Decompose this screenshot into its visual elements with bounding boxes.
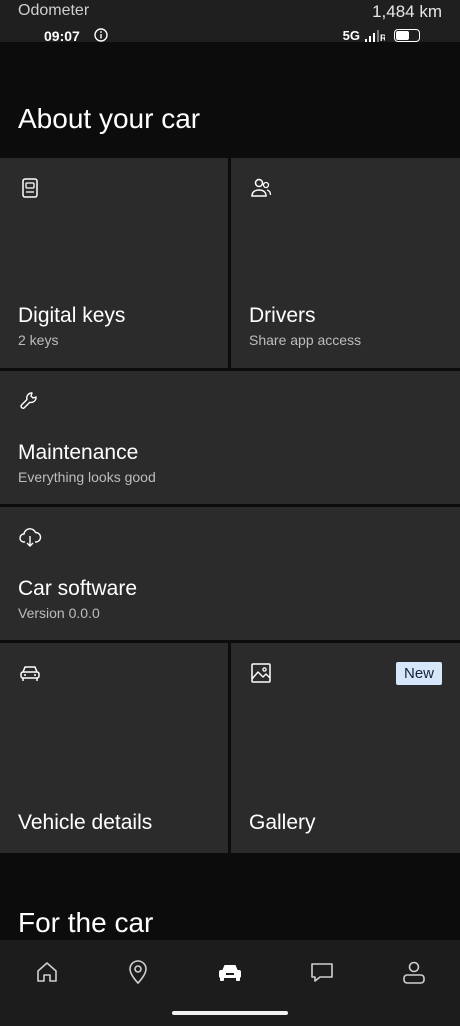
key-card-icon [22, 178, 38, 198]
system-indicators: 5G R [343, 28, 420, 43]
status-time: 09:07 [44, 28, 80, 44]
battery-icon [394, 29, 420, 42]
car-software-subtitle: Version 0.0.0 [18, 605, 100, 621]
digital-keys-subtitle: 2 keys [18, 332, 59, 348]
digital-keys-title: Digital keys [18, 304, 126, 327]
home-icon[interactable] [33, 958, 61, 986]
drivers-subtitle: Share app access [249, 332, 362, 348]
car-software-tile[interactable]: Car software Version 0.0.0 [0, 507, 460, 640]
maintenance-subtitle: Everything looks good [18, 469, 156, 485]
info-icon [94, 28, 108, 42]
new-badge: New [395, 662, 442, 685]
drivers-title: Drivers [249, 304, 316, 327]
maintenance-title: Maintenance [18, 441, 139, 464]
cloud-download-icon [19, 528, 42, 547]
odometer-value: 1,484 km [372, 2, 442, 21]
car-software-title: Car software [18, 577, 138, 600]
odometer-label: Odometer [18, 2, 90, 19]
car-icon [20, 666, 40, 681]
section-title-for-the-car: For the car [18, 907, 154, 938]
status-bar: Odometer 1,484 km 09:07 5G R [0, 0, 460, 44]
wrench-icon [20, 392, 37, 409]
gallery-tile[interactable]: New Gallery [231, 643, 460, 853]
location-pin-icon[interactable] [124, 958, 152, 986]
network-type: 5G [342, 28, 360, 43]
maintenance-tile[interactable]: Maintenance Everything looks good [0, 371, 460, 504]
chat-icon[interactable] [308, 958, 336, 986]
vehicle-details-tile[interactable]: Vehicle details [0, 643, 228, 853]
image-icon [251, 663, 271, 683]
section-title-about: About your car [18, 103, 201, 134]
svg-text:R: R [380, 33, 385, 42]
signal-icon: R [365, 29, 385, 42]
vehicle-details-title: Vehicle details [18, 811, 153, 834]
digital-keys-tile[interactable]: Digital keys 2 keys [0, 158, 228, 368]
gallery-title: Gallery [249, 811, 316, 834]
users-icon [251, 178, 272, 197]
profile-icon[interactable] [400, 958, 428, 986]
home-indicator[interactable] [172, 1011, 288, 1015]
car-nav-icon[interactable] [216, 958, 244, 986]
drivers-tile[interactable]: Drivers Share app access [231, 158, 460, 368]
